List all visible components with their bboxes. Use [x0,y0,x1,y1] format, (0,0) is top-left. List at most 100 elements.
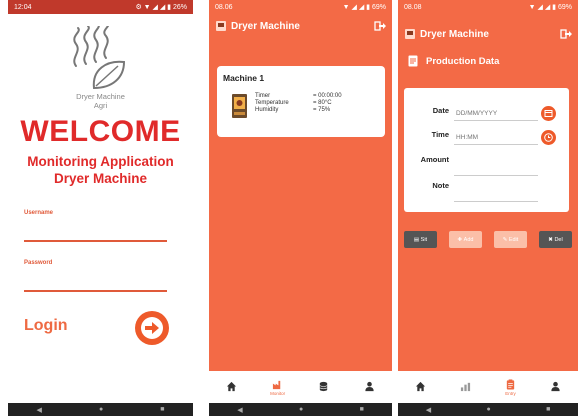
date-label: Date [432,106,449,115]
section-header: Production Data [408,55,499,67]
nav-home-button[interactable]: ● [99,406,103,413]
home-icon [415,381,426,392]
status-time: 08.08 [404,3,422,11]
date-row: Date [404,106,569,122]
system-nav-bar: ◀ ● ■ [8,403,193,416]
tab-profile[interactable] [352,381,386,393]
clipboard-icon [506,378,515,390]
bar-chart-icon [460,382,471,392]
username-field[interactable] [24,240,167,242]
delete-button[interactable]: ✖ Del [539,231,572,248]
status-time: 08.06 [215,3,233,11]
time-row: Time [404,130,569,146]
password-label: Password [24,260,53,266]
brand-line-1: Dryer Machine [76,92,125,101]
status-icons: ▼ ◢ ◢ ▮ 69% [342,4,386,11]
timer-value: = 00:00:00 [313,93,342,99]
status-icons: ⚙ ▼ ◢ ◢ ▮ 26% [135,4,187,11]
nav-back-button[interactable]: ◀ [426,406,431,414]
bottom-tab-bar: Monitor [209,371,392,403]
dryer-device-icon [232,94,247,118]
app-title: Dryer Machine [420,28,489,40]
machine-card[interactable]: Machine 1 Timer Temperature Humidity = 0… [217,66,385,137]
status-bar: 08.06 ▼ ◢ ◢ ▮ 69% [209,0,392,14]
system-nav-bar: ◀ ● ■ [398,403,578,416]
timer-label: Timer [255,93,271,99]
monitor-screen: 08.06 ▼ ◢ ◢ ▮ 69% Dryer Machine Machine … [209,0,392,416]
tab-profile[interactable] [539,381,573,393]
tab-entry-label: Entry [505,390,516,396]
date-input[interactable] [454,106,538,121]
app-bar: Dryer Machine [209,14,392,38]
tab-home[interactable] [215,381,249,393]
temperature-value: = 80°C [313,100,332,106]
action-button-row: ▤ Sit ✚ Add ✎ Edit ✖ Del [404,231,572,248]
nav-home-button[interactable]: ● [486,406,490,413]
humidity-label: Humidity [255,107,279,113]
amount-input[interactable] [454,161,538,176]
user-icon [365,381,374,392]
password-field[interactable] [24,290,167,292]
amount-row: Amount [404,155,569,176]
arrow-right-icon [141,317,163,339]
list-icon: ▤ [413,236,421,243]
tab-home[interactable] [404,381,438,393]
note-row: Note [404,181,569,202]
user-icon [551,381,560,392]
app-bar: Dryer Machine [398,22,578,46]
machine-labels: Timer Temperature Humidity [255,93,289,114]
logout-icon[interactable] [560,28,572,40]
note-input[interactable] [454,187,538,202]
nav-back-button[interactable]: ◀ [37,406,42,414]
machine-name: Machine 1 [223,73,265,83]
app-logo-icon [216,21,226,31]
document-icon [408,55,418,67]
subtitle-line-1: Monitoring Application [27,154,174,169]
subtitle-line-2: Dryer Machine [53,171,148,186]
clock-icon [544,133,553,142]
status-bar: 08.08 ▼ ◢ ◢ ▮ 69% [398,0,578,14]
time-label: Time [431,130,449,139]
home-icon [227,381,237,392]
app-title: Dryer Machine [231,20,300,32]
list-button[interactable]: ▤ Sit [404,231,437,248]
app-subtitle: Monitoring Application Dryer Machine [8,153,193,187]
amount-label: Amount [420,155,449,164]
machine-values: = 00:00:00 = 80°C = 75% [313,93,342,114]
dryer-logo-icon [73,26,126,90]
time-input[interactable] [454,130,538,145]
nav-home-button[interactable]: ● [299,406,303,413]
production-screen: 08.08 ▼ ◢ ◢ ▮ 69% Dryer Machine Producti… [398,0,578,416]
nav-recents-button[interactable]: ■ [546,406,550,413]
status-bar: 12:04 ⚙ ▼ ◢ ◢ ▮ 26% [8,0,193,14]
welcome-heading: WELCOME [20,115,181,148]
database-icon [319,381,328,392]
tab-monitor-label: Monitor [270,390,286,396]
brand-line-2: Agri [93,101,108,110]
login-label: Login [24,317,68,334]
note-label: Note [432,181,449,190]
time-picker-button[interactable] [541,130,556,145]
nav-back-button[interactable]: ◀ [237,406,242,414]
tab-chart[interactable] [449,381,483,393]
temperature-label: Temperature [255,100,289,106]
username-label: Username [24,210,54,216]
nav-recents-button[interactable]: ■ [360,406,364,413]
calendar-icon [544,110,553,117]
edit-button[interactable]: ✎ Edit [494,231,527,248]
nav-recents-button[interactable]: ■ [160,406,164,413]
brand-caption: Dryer Machine Agri [8,92,193,110]
tab-monitor[interactable]: Monitor [261,379,295,396]
bottom-tab-bar: Entry [398,371,578,403]
factory-icon [273,380,281,389]
status-time: 12:04 [14,3,32,11]
add-button[interactable]: ✚ Add [449,231,482,248]
date-picker-button[interactable] [541,106,556,121]
logout-icon[interactable] [374,20,386,32]
tab-database[interactable] [306,381,340,393]
system-nav-bar: ◀ ● ■ [209,403,392,416]
tab-entry[interactable]: Entry [494,378,528,396]
app-logo-icon [405,29,415,39]
login-button[interactable] [135,311,169,345]
status-icons: ▼ ◢ ◢ ▮ 69% [528,4,572,11]
